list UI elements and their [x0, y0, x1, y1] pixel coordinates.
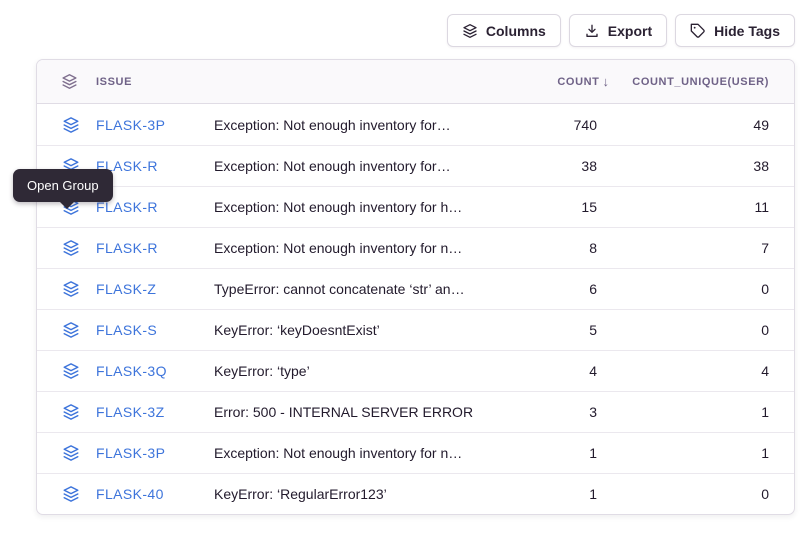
download-icon — [584, 23, 600, 39]
table-row: FLASK-R Exception: Not enough inventory … — [37, 145, 794, 186]
issue-link[interactable]: FLASK-R — [81, 240, 214, 256]
count-unique-value: 1 — [597, 445, 769, 461]
table-row: FLASK-S KeyError: ‘keyDoesntExist’ 5 0 — [37, 309, 794, 350]
stack-icon[interactable] — [61, 485, 81, 503]
issue-title: Error: 500 - INTERNAL SERVER ERROR — [214, 404, 537, 420]
count-unique-value: 0 — [597, 486, 769, 502]
table-row: FLASK-Z TypeError: cannot concatenate ‘s… — [37, 268, 794, 309]
issue-title: KeyError: ‘keyDoesntExist’ — [214, 322, 537, 338]
count-unique-value: 0 — [597, 281, 769, 297]
issue-title: Exception: Not enough inventory for n… — [214, 240, 537, 256]
stack-icon — [61, 73, 81, 90]
table-row: FLASK-3P Exception: Not enough inventory… — [37, 432, 794, 473]
count-unique-value: 7 — [597, 240, 769, 256]
count-value: 740 — [537, 117, 597, 133]
columns-button[interactable]: Columns — [447, 14, 561, 47]
count-value: 1 — [537, 486, 597, 502]
stack-icon[interactable] — [61, 116, 81, 134]
count-unique-value: 49 — [597, 117, 769, 133]
issue-link[interactable]: FLASK-S — [81, 322, 214, 338]
table-row: FLASK-3Q KeyError: ‘type’ 4 4 — [37, 350, 794, 391]
issue-title: KeyError: ‘type’ — [214, 363, 537, 379]
count-unique-value: 1 — [597, 404, 769, 420]
issue-title: TypeError: cannot concatenate ‘str’ an… — [214, 281, 537, 297]
tooltip-label: Open Group — [27, 178, 99, 193]
issue-link[interactable]: FLASK-3P — [81, 117, 214, 133]
toolbar: Columns Export Hide Tags — [36, 14, 795, 47]
issue-link[interactable]: FLASK-3Q — [81, 363, 214, 379]
columns-button-label: Columns — [486, 23, 546, 39]
export-button-label: Export — [608, 23, 652, 39]
stack-icon[interactable] — [61, 362, 81, 380]
tooltip-arrow — [60, 202, 74, 209]
stack-icon[interactable] — [61, 321, 81, 339]
count-value: 38 — [537, 158, 597, 174]
issue-title: Exception: Not enough inventory for h… — [214, 199, 537, 215]
stack-icon — [462, 23, 478, 39]
count-value: 5 — [537, 322, 597, 338]
count-unique-value: 11 — [597, 199, 769, 215]
count-value: 8 — [537, 240, 597, 256]
table-row: FLASK-R Exception: Not enough inventory … — [37, 186, 794, 227]
page-content: Columns Export Hide Tags ISSUE COUNT — [36, 14, 795, 515]
count-value: 1 — [537, 445, 597, 461]
open-group-tooltip: Open Group — [13, 169, 113, 202]
issue-title: Exception: Not enough inventory for… — [214, 117, 537, 133]
table-row: FLASK-R Exception: Not enough inventory … — [37, 227, 794, 268]
column-header-count-unique[interactable]: COUNT_UNIQUE(USER) — [597, 76, 769, 88]
stack-icon[interactable] — [61, 280, 81, 298]
issue-title: Exception: Not enough inventory for… — [214, 158, 537, 174]
count-header-label: COUNT — [557, 76, 599, 88]
count-value: 4 — [537, 363, 597, 379]
issues-table: ISSUE COUNT ↓ COUNT_UNIQUE(USER) FLASK-3… — [36, 59, 795, 515]
hide-tags-button-label: Hide Tags — [714, 23, 780, 39]
table-row: FLASK-3Z Error: 500 - INTERNAL SERVER ER… — [37, 391, 794, 432]
count-value: 3 — [537, 404, 597, 420]
hide-tags-button[interactable]: Hide Tags — [675, 14, 795, 47]
stack-icon[interactable] — [61, 403, 81, 421]
stack-icon[interactable] — [61, 444, 81, 462]
table-header-row: ISSUE COUNT ↓ COUNT_UNIQUE(USER) — [37, 60, 794, 104]
issue-link[interactable]: FLASK-40 — [81, 486, 214, 502]
count-value: 6 — [537, 281, 597, 297]
tag-icon — [690, 23, 706, 39]
count-unique-value: 4 — [597, 363, 769, 379]
table-row: FLASK-40 KeyError: ‘RegularError123’ 1 0 — [37, 473, 794, 514]
column-header-issue[interactable]: ISSUE — [81, 76, 214, 88]
column-header-count[interactable]: COUNT ↓ — [537, 74, 597, 89]
sort-desc-icon: ↓ — [603, 74, 610, 89]
count-unique-value: 38 — [597, 158, 769, 174]
table-row: FLASK-3P Exception: Not enough inventory… — [37, 104, 794, 145]
export-button[interactable]: Export — [569, 14, 667, 47]
issue-link[interactable]: FLASK-Z — [81, 281, 214, 297]
count-value: 15 — [537, 199, 597, 215]
issue-title: Exception: Not enough inventory for n… — [214, 445, 537, 461]
stack-icon[interactable] — [61, 239, 81, 257]
issue-link[interactable]: FLASK-3Z — [81, 404, 214, 420]
issue-title: KeyError: ‘RegularError123’ — [214, 486, 537, 502]
count-unique-value: 0 — [597, 322, 769, 338]
issue-link[interactable]: FLASK-3P — [81, 445, 214, 461]
